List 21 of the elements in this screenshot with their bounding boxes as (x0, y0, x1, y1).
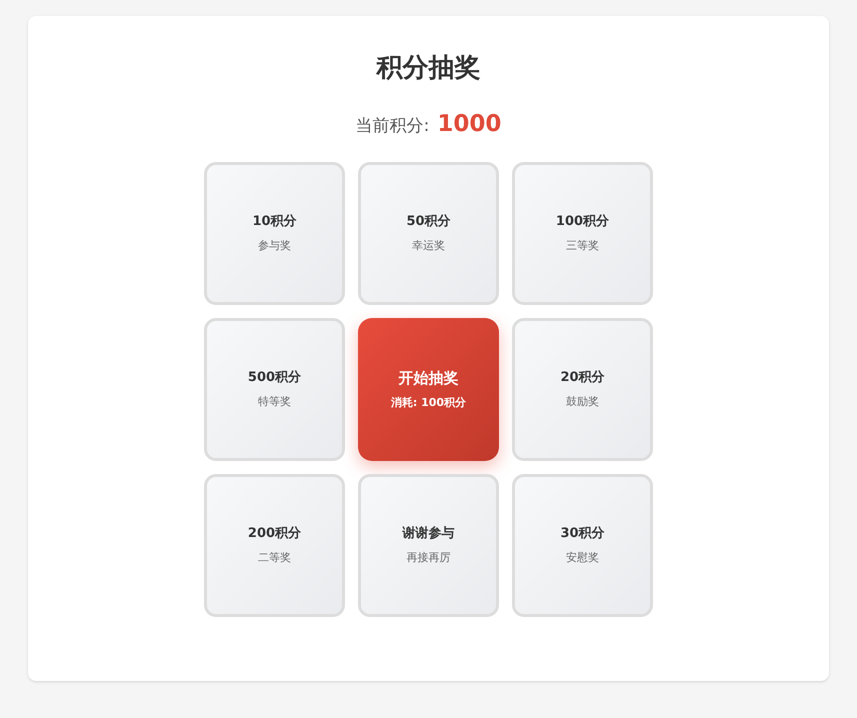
points-label: 当前积分: (356, 115, 430, 138)
prize-name: 再接再厉 (406, 550, 450, 566)
prize-name: 二等奖 (258, 550, 291, 566)
prize-name: 幸运奖 (412, 238, 445, 254)
prize-amount: 20积分 (560, 369, 605, 387)
prize-amount: 10积分 (252, 213, 297, 231)
cost-text: 消耗: 100积分 (390, 395, 466, 411)
page-title: 积分抽奖 (376, 52, 480, 85)
prize-amount: 30积分 (560, 525, 605, 543)
prize-amount: 谢谢参与 (402, 525, 454, 543)
points-value: 1000 (437, 110, 502, 139)
prize-name: 鼓励奖 (566, 394, 599, 410)
prize-name: 三等奖 (566, 238, 599, 254)
prize-name: 安慰奖 (566, 550, 599, 566)
prize-amount: 200积分 (248, 525, 302, 543)
prize-name: 特等奖 (258, 394, 291, 410)
start-draw-button[interactable]: 开始抽奖 消耗: 100积分 (358, 318, 499, 460)
prize-amount: 500积分 (248, 369, 302, 387)
prize-amount: 100积分 (556, 213, 610, 231)
prize-amount: 50积分 (406, 213, 451, 231)
prize-name: 参与奖 (258, 238, 291, 254)
